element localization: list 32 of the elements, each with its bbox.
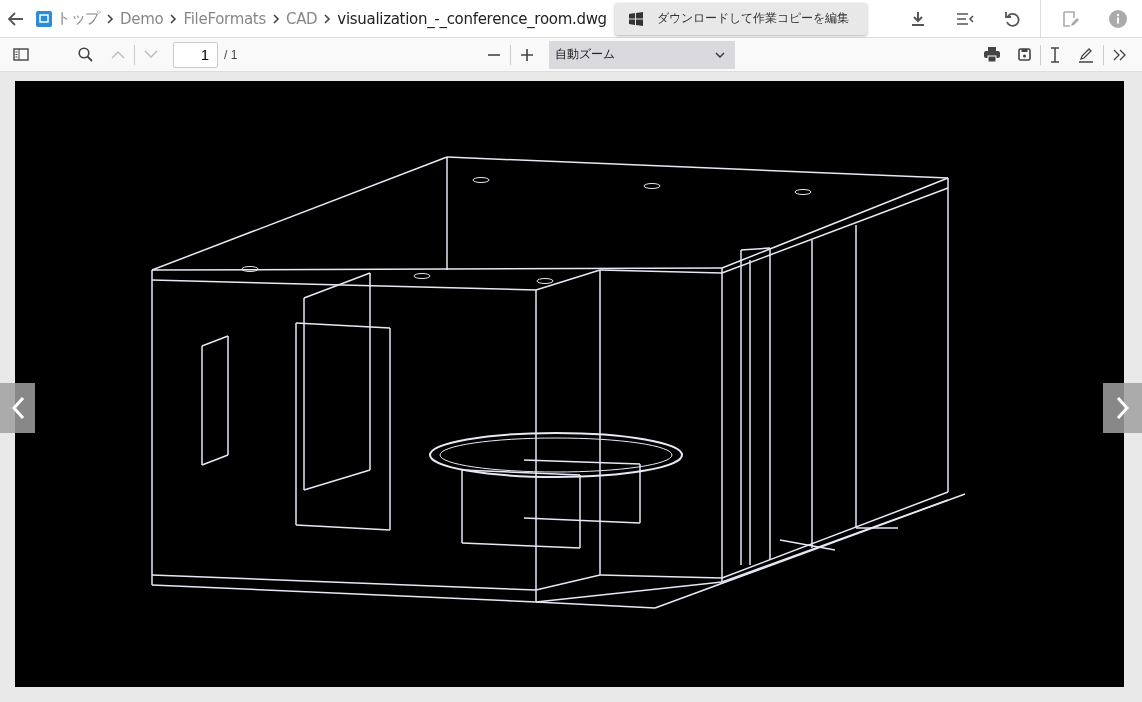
chevron-right-icon <box>106 13 115 24</box>
text-cursor-icon[interactable] <box>1050 46 1060 63</box>
next-page-button[interactable] <box>1103 383 1142 433</box>
breadcrumb-link[interactable]: トップ <box>56 9 101 28</box>
undo-icon[interactable] <box>1004 10 1020 27</box>
previous-page-button[interactable] <box>0 383 35 433</box>
save-icon[interactable] <box>1018 48 1031 61</box>
pencil-icon[interactable] <box>1078 46 1094 63</box>
chevron-right-icon <box>323 13 332 24</box>
chevron-left-icon <box>10 396 25 420</box>
chevron-right-icon <box>271 13 280 24</box>
breadcrumb-link[interactable]: CAD <box>285 9 318 28</box>
page-total: / 1 <box>224 47 238 62</box>
back-arrow-icon[interactable] <box>8 11 24 26</box>
windows-logo-icon <box>629 11 643 26</box>
caret-icon <box>714 51 725 58</box>
download-icon[interactable] <box>910 10 926 27</box>
breadcrumb-link[interactable]: Demo <box>120 9 164 28</box>
search-icon[interactable] <box>78 47 93 62</box>
edit-copy-button[interactable]: ダウンロードして作業コピーを編集 <box>615 2 867 35</box>
breadcrumb-link[interactable]: FileFormats <box>183 9 266 28</box>
file-name: visualization_-_conference_room.dwg <box>337 9 607 28</box>
print-icon[interactable] <box>984 47 1000 62</box>
chevron-right-icon <box>169 13 178 24</box>
sidebar-toggle-icon[interactable] <box>13 48 29 61</box>
zoom-in-icon[interactable] <box>519 47 534 62</box>
chevron-right-icon <box>1115 396 1130 420</box>
page-number-field[interactable]: 1 <box>173 41 218 68</box>
app-logo-icon <box>36 10 52 27</box>
list-collapse-icon[interactable] <box>956 11 974 26</box>
double-chevron-right-icon[interactable] <box>1113 48 1127 61</box>
zoom-dropdown[interactable]: 自動ズーム <box>548 40 735 69</box>
